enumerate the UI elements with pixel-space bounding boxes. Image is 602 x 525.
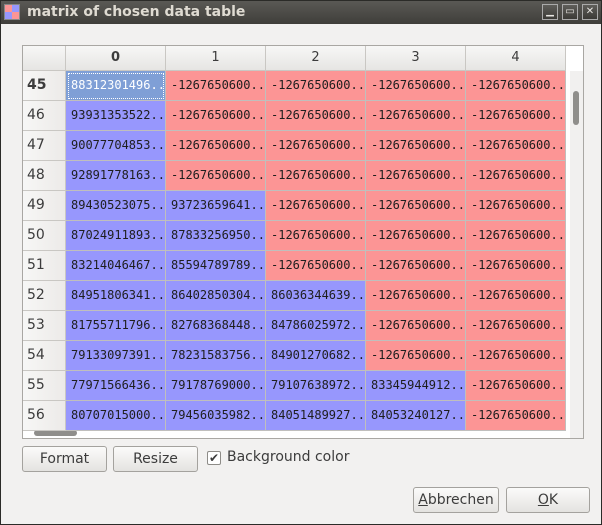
table-cell[interactable]: 90077704853... (66, 131, 166, 161)
table-cell[interactable]: -1267650600... (466, 101, 566, 131)
row-header[interactable]: 50 (23, 221, 66, 251)
maximize-button[interactable]: ▭ (562, 4, 578, 20)
column-header[interactable]: 4 (466, 46, 566, 71)
table-cell[interactable]: -1267650600... (466, 251, 566, 281)
table-cell[interactable]: 84951806341... (66, 281, 166, 311)
table-cell[interactable]: 84901270682... (266, 341, 366, 371)
row-header[interactable]: 48 (23, 161, 66, 191)
table-cell[interactable]: -1267650600... (266, 221, 366, 251)
format-button[interactable]: Format (22, 446, 107, 472)
table-cell[interactable]: -1267650600... (166, 71, 266, 101)
table-cell[interactable]: -1267650600... (266, 71, 366, 101)
table-cell[interactable]: 78231583756... (166, 341, 266, 371)
ok-button[interactable]: OK (506, 487, 590, 513)
table-cell[interactable]: -1267650600... (366, 101, 466, 131)
table-cell[interactable]: -1267650600... (166, 101, 266, 131)
table-cell[interactable]: 83345944912... (366, 371, 466, 401)
resize-button[interactable]: Resize (113, 446, 198, 472)
table-cell[interactable]: -1267650600... (366, 311, 466, 341)
table-cell[interactable]: 79456035982... (166, 401, 266, 431)
table-cell[interactable]: -1267650600... (266, 161, 366, 191)
table-cell[interactable]: 85594789789... (166, 251, 266, 281)
table-cell[interactable]: -1267650600... (366, 131, 466, 161)
table-cell[interactable]: 87833256950... (166, 221, 266, 251)
matrix-dialog-window: matrix of chosen data table ▁ ▭ ✕ 01234 4… (0, 0, 602, 525)
table-cell[interactable]: -1267650600... (466, 281, 566, 311)
table-cell[interactable]: 92891778163... (66, 161, 166, 191)
row-header[interactable]: 51 (23, 251, 66, 281)
table-cell[interactable]: 79133097391... (66, 341, 166, 371)
data-table[interactable]: 0 1 2 3 4 45 88312301496... -1267650600... -1267… (22, 45, 584, 439)
table-cell[interactable]: 84786025972... (266, 311, 366, 341)
table-cell[interactable]: -1267650600... (466, 71, 566, 101)
table-cell[interactable]: -1267650600... (366, 341, 466, 371)
table-cell[interactable]: -1267650600... (266, 251, 366, 281)
table-cell[interactable]: -1267650600... (266, 191, 366, 221)
row-header[interactable]: 56 (23, 401, 66, 431)
row-header[interactable]: 55 (23, 371, 66, 401)
minimize-button[interactable]: ▁ (542, 4, 558, 20)
row-header[interactable]: 47 (23, 131, 66, 161)
table-cell[interactable]: 86036344639... (266, 281, 366, 311)
table-cell[interactable]: 93931353522... (66, 101, 166, 131)
table-cell[interactable]: -1267650600... (366, 251, 466, 281)
table-cell[interactable]: -1267650600... (366, 281, 466, 311)
cancel-mnemonic: A (418, 492, 428, 508)
table-cell[interactable]: -1267650600... (266, 101, 366, 131)
table-cell[interactable]: -1267650600... (366, 71, 466, 101)
row-header[interactable]: 54 (23, 341, 66, 371)
table-cell[interactable]: -1267650600... (166, 161, 266, 191)
row-header[interactable]: 49 (23, 191, 66, 221)
table-cell[interactable]: -1267650600... (366, 161, 466, 191)
table-cell[interactable]: -1267650600... (466, 191, 566, 221)
ok-mnemonic: O (537, 492, 549, 508)
app-grid-icon (4, 4, 20, 20)
background-color-label[interactable]: Background color (227, 449, 349, 465)
cancel-button[interactable]: Abbrechen (413, 487, 499, 513)
table-cell[interactable]: 88312301496... (66, 71, 166, 101)
table-cell[interactable]: 82768368448... (166, 311, 266, 341)
table-cell[interactable]: -1267650600... (466, 311, 566, 341)
table-cell[interactable]: 81755711796... (66, 311, 166, 341)
table-cell[interactable]: 84053240127... (366, 401, 466, 431)
table-cell[interactable]: 89430523075... (66, 191, 166, 221)
table-cell[interactable]: 80707015000... (66, 401, 166, 431)
background-color-checkbox[interactable]: ✔ (207, 451, 221, 465)
table-corner-button[interactable] (23, 46, 66, 71)
column-header[interactable]: 1 (166, 46, 266, 71)
window-title: matrix of chosen data table (27, 4, 246, 20)
table-cell[interactable]: 84051489927... (266, 401, 366, 431)
table-cell[interactable]: -1267650600... (166, 131, 266, 161)
table-cell[interactable]: 77971566436... (66, 371, 166, 401)
close-button[interactable]: ✕ (582, 4, 598, 20)
table-cell[interactable]: 93723659641... (166, 191, 266, 221)
table-cell[interactable]: 87024911893... (66, 221, 166, 251)
table-cell[interactable]: -1267650600... (466, 131, 566, 161)
table-cell[interactable]: -1267650600... (466, 401, 566, 431)
table-cell[interactable]: 79107638972... (266, 371, 366, 401)
table-cell[interactable]: 83214046467... (66, 251, 166, 281)
table-cell[interactable]: -1267650600... (466, 341, 566, 371)
table-cell[interactable]: -1267650600... (466, 161, 566, 191)
table-cell[interactable]: -1267650600... (466, 371, 566, 401)
title-bar[interactable]: matrix of chosen data table ▁ ▭ ✕ (1, 1, 601, 24)
column-header[interactable]: 3 (366, 46, 466, 71)
table-cell[interactable]: 86402850304... (166, 281, 266, 311)
ok-label-rest: K (548, 492, 559, 508)
table-cell[interactable]: -1267650600... (366, 191, 466, 221)
table-cell[interactable]: -1267650600... (266, 131, 366, 161)
cancel-label-rest: bbrechen (427, 492, 494, 508)
row-header[interactable]: 45 (23, 71, 66, 101)
column-header[interactable]: 0 (66, 46, 166, 71)
table-cell[interactable]: -1267650600... (366, 221, 466, 251)
row-header[interactable]: 53 (23, 311, 66, 341)
vertical-scrollbar-thumb[interactable] (573, 91, 579, 125)
row-header[interactable]: 52 (23, 281, 66, 311)
table-cell[interactable]: 79178769000... (166, 371, 266, 401)
row-header[interactable]: 46 (23, 101, 66, 131)
column-header[interactable]: 2 (266, 46, 366, 71)
table-cell[interactable]: -1267650600... (466, 221, 566, 251)
vertical-scrollbar[interactable] (570, 71, 583, 438)
